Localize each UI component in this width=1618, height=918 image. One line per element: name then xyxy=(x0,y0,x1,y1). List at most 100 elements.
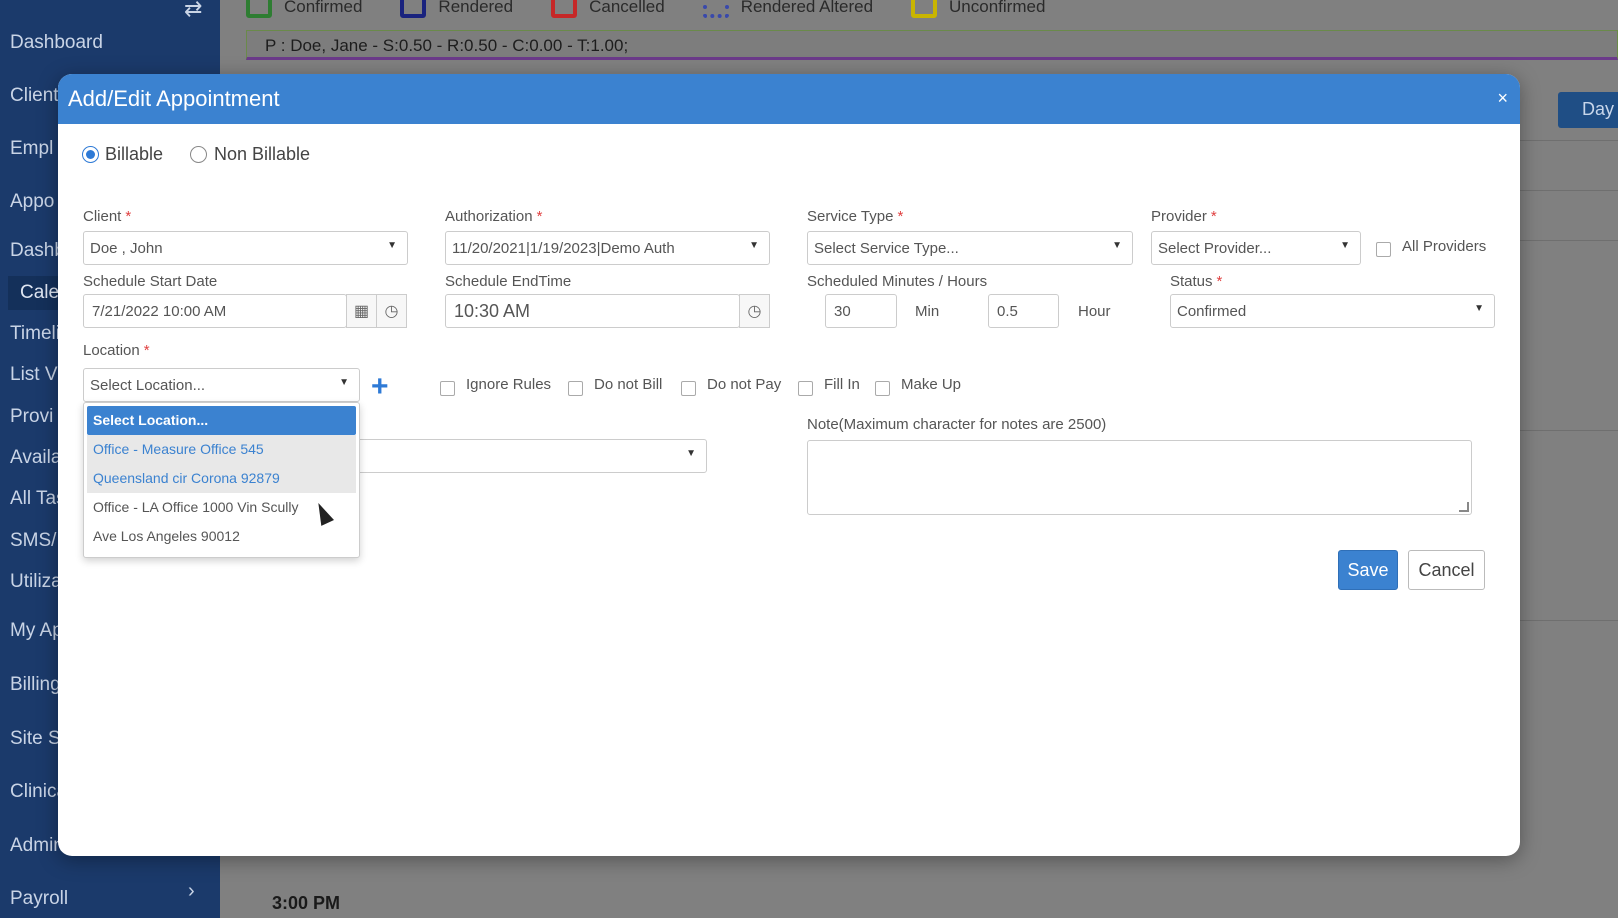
sidebar-item-list-view[interactable]: List Vi xyxy=(10,364,61,386)
legend-label: Rendered xyxy=(438,0,514,16)
non-billable-radio[interactable] xyxy=(190,146,207,163)
status-label-text: Status xyxy=(1170,273,1213,290)
legend-cancelled: Cancelled xyxy=(551,0,665,18)
clock-icon[interactable]: ◷ xyxy=(739,294,770,328)
all-providers-label: All Providers xyxy=(1402,238,1487,255)
status-legend: Confirmed Rendered Cancelled Rendered Al… xyxy=(246,0,1045,18)
sidebar-item-dashboard[interactable]: Dashboard xyxy=(10,32,103,54)
end-time-label: Schedule EndTime xyxy=(445,273,572,290)
location-dropdown-list: Select Location... Office - Measure Offi… xyxy=(83,402,360,558)
chevron-right-icon: › xyxy=(188,880,195,902)
legend-label: Confirmed xyxy=(284,0,363,16)
sidebar-item-timeline[interactable]: Timeli xyxy=(10,323,60,345)
location-option[interactable]: Queensland cir Corona 92879 xyxy=(87,464,356,493)
day-view-button[interactable]: Day xyxy=(1558,92,1618,128)
do-not-pay-label: Do not Pay xyxy=(707,376,782,393)
start-date-label: Schedule Start Date xyxy=(83,273,218,290)
appointment-summary-bar: P : Doe, Jane - S:0.50 - R:0.50 - C:0.00… xyxy=(246,30,1618,60)
legend-label: Unconfirmed xyxy=(949,0,1046,16)
client-value: Doe , John xyxy=(90,240,163,257)
scheduled-minutes-input[interactable]: 30 xyxy=(825,294,897,328)
secondary-select[interactable]: ▼ xyxy=(338,439,707,473)
sidebar-item-payroll[interactable]: Payroll xyxy=(10,888,68,910)
sidebar-item-my-appointments[interactable]: My Ap xyxy=(10,620,63,642)
legend-swatch-confirmed xyxy=(246,0,272,18)
note-label: Note(Maximum character for notes are 250… xyxy=(807,416,1107,433)
make-up-label: Make Up xyxy=(901,376,962,393)
cancel-button[interactable]: Cancel xyxy=(1408,550,1485,590)
scheduled-label: Scheduled Minutes / Hours xyxy=(807,273,988,290)
legend-label: Cancelled xyxy=(589,0,665,16)
caret-down-icon: ▼ xyxy=(749,240,759,251)
billable-radio[interactable] xyxy=(82,146,99,163)
save-button[interactable]: Save xyxy=(1338,550,1398,590)
client-label-text: Client xyxy=(83,208,122,225)
note-textarea[interactable] xyxy=(807,440,1472,515)
caret-down-icon: ▼ xyxy=(1474,303,1484,314)
service-type-label: Service Type * xyxy=(807,208,904,225)
caret-down-icon: ▼ xyxy=(1340,240,1350,251)
status-select[interactable]: Confirmed ▼ xyxy=(1170,294,1495,328)
authorization-select[interactable]: 11/20/2021|1/19/2023|Demo Auth ▼ xyxy=(445,231,770,265)
sidebar-item-employees[interactable]: Empl xyxy=(10,138,53,160)
ignore-rules-label: Ignore Rules xyxy=(466,376,552,393)
do-not-bill-label: Do not Bill xyxy=(594,376,663,393)
client-select[interactable]: Doe , John ▼ xyxy=(83,231,408,265)
legend-unconfirmed: Unconfirmed xyxy=(911,0,1045,18)
location-option[interactable]: Select Location... xyxy=(87,406,356,435)
service-type-select[interactable]: Select Service Type... ▼ xyxy=(807,231,1133,265)
sidebar-toggle-icon[interactable]: ⇄ xyxy=(184,0,202,22)
location-label-text: Location xyxy=(83,342,140,359)
end-time-input[interactable]: 10:30 AM xyxy=(445,294,740,328)
clock-icon[interactable]: ◷ xyxy=(376,294,407,328)
do-not-pay-checkbox[interactable] xyxy=(681,381,696,396)
sidebar-item-utilization[interactable]: Utiliza xyxy=(10,571,62,593)
location-option[interactable]: Office - Measure Office 545 xyxy=(87,435,356,464)
legend-label: Rendered Altered xyxy=(740,0,874,16)
status-value: Confirmed xyxy=(1177,303,1247,320)
authorization-value: 11/20/2021|1/19/2023|Demo Auth xyxy=(452,240,675,257)
provider-value: Select Provider... xyxy=(1158,240,1272,257)
dialog-header: Add/Edit Appointment × xyxy=(58,74,1520,124)
non-billable-label: Non Billable xyxy=(214,144,311,164)
resize-grip-icon[interactable] xyxy=(1459,502,1469,512)
ignore-rules-checkbox[interactable] xyxy=(440,381,455,396)
fill-in-checkbox[interactable] xyxy=(798,381,813,396)
legend-rendered: Rendered xyxy=(400,0,513,18)
location-value: Select Location... xyxy=(90,377,206,394)
sidebar-item-appointments[interactable]: Appo xyxy=(10,191,54,213)
provider-select[interactable]: Select Provider... ▼ xyxy=(1151,231,1361,265)
sidebar-item-dashboard-2[interactable]: Dashb xyxy=(10,240,65,262)
billable-label: Billable xyxy=(105,144,164,164)
location-option[interactable]: Ave Los Angeles 90012 xyxy=(87,522,356,551)
client-label: Client * xyxy=(83,208,132,225)
legend-swatch-unconfirmed xyxy=(911,0,938,18)
add-location-icon[interactable]: + xyxy=(371,372,389,402)
provider-label: Provider * xyxy=(1151,208,1217,225)
sidebar-item-providers[interactable]: Provi xyxy=(10,406,53,428)
fill-in-label: Fill In xyxy=(824,376,860,393)
location-label: Location * xyxy=(83,342,150,359)
calendar-icon[interactable]: ▦ xyxy=(346,294,377,328)
caret-down-icon: ▼ xyxy=(1112,240,1122,251)
legend-swatch-rendered xyxy=(400,0,427,18)
status-label: Status * xyxy=(1170,273,1223,290)
provider-label-text: Provider xyxy=(1151,208,1207,225)
close-icon[interactable]: × xyxy=(1497,88,1508,109)
location-select[interactable]: Select Location... ▼ xyxy=(83,368,360,402)
make-up-checkbox[interactable] xyxy=(875,381,890,396)
caret-down-icon: ▼ xyxy=(686,448,696,459)
sidebar-item-availability[interactable]: Availa xyxy=(10,447,61,469)
sidebar-item-admin[interactable]: Admin xyxy=(10,835,64,857)
caret-down-icon: ▼ xyxy=(387,240,397,251)
sidebar-item-billing[interactable]: Billing xyxy=(10,674,61,696)
do-not-bill-checkbox[interactable] xyxy=(568,381,583,396)
service-type-label-text: Service Type xyxy=(807,208,894,225)
authorization-label: Authorization * xyxy=(445,208,543,225)
scheduled-hours-input[interactable]: 0.5 xyxy=(988,294,1059,328)
all-providers-checkbox[interactable] xyxy=(1376,242,1391,257)
start-date-input[interactable]: 7/21/2022 10:00 AM xyxy=(83,294,347,328)
caret-down-icon: ▼ xyxy=(339,377,349,388)
dialog-title: Add/Edit Appointment xyxy=(68,86,280,111)
hours-unit-label: Hour xyxy=(1078,303,1111,320)
